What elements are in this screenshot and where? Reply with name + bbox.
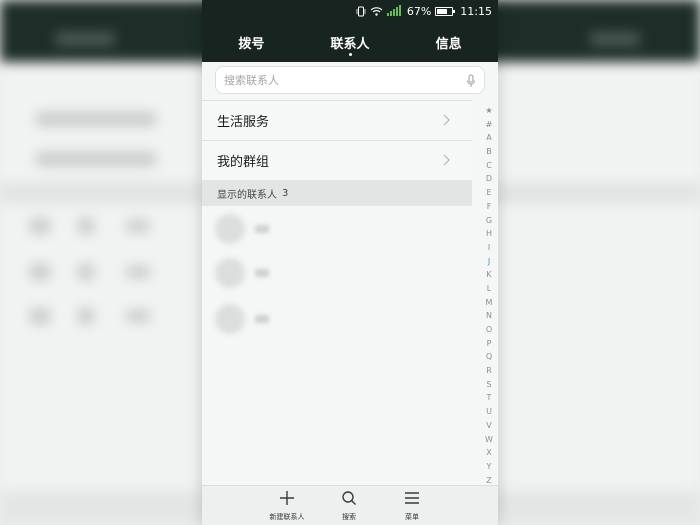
search-button[interactable]: 搜索 [334,486,364,525]
active-tab-indicator [349,53,352,56]
index-letter[interactable]: J [481,255,497,269]
search-box [215,66,485,94]
index-letter[interactable]: O [481,323,497,337]
signal-icon [386,5,403,17]
index-letter[interactable]: N [481,309,497,323]
avatar [215,304,245,334]
index-letter[interactable]: I [481,241,497,255]
index-letter[interactable]: V [481,419,497,433]
index-letter[interactable]: C [481,159,497,173]
bottom-toolbar: 新建联系人 搜索 菜单 [202,485,498,525]
search-input[interactable] [224,73,454,87]
battery-percent: 67% [406,4,432,18]
contact-row[interactable] [202,296,472,342]
contacts-screen: 67% 11:15 拨号 联系人 信息 生活服务 我的群组 显示的联系人 3 [202,0,498,525]
clock: 11:15 [460,4,492,18]
chevron-right-icon [443,114,450,130]
index-letter[interactable]: P [481,337,497,351]
index-letter[interactable]: B [481,145,497,159]
menu-icon [404,490,420,510]
vibrate-icon [356,6,366,17]
tab-messages[interactable]: 信息 [399,22,498,62]
index-letter[interactable]: Q [481,350,497,364]
index-letter[interactable]: D [481,172,497,186]
life-services-item[interactable]: 生活服务 [202,100,472,140]
plus-icon [279,490,295,510]
chevron-right-icon [443,154,450,170]
index-letter[interactable]: R [481,364,497,378]
avatar [215,214,245,244]
tab-bar: 拨号 联系人 信息 [202,22,498,62]
index-letter[interactable]: T [481,391,497,405]
index-letter[interactable]: Y [481,460,497,474]
my-groups-item[interactable]: 我的群组 [202,140,472,180]
index-letter[interactable]: S [481,378,497,392]
index-letter[interactable]: M [481,296,497,310]
index-letter[interactable]: U [481,405,497,419]
tab-dialer[interactable]: 拨号 [202,22,301,62]
wifi-icon [370,6,383,16]
index-letter[interactable]: # [481,118,497,132]
index-letter[interactable]: K [481,268,497,282]
contact-name-blurred [255,225,269,233]
contacts-count: 3 [282,187,289,199]
menu-button[interactable]: 菜单 [397,486,427,525]
alphabet-index[interactable]: ★ # A B C D E F G H I J K L M N O P Q R S T U V W X Y Z [481,104,497,487]
tab-contacts[interactable]: 联系人 [301,22,400,62]
microphone-icon[interactable] [466,73,476,92]
index-letter[interactable]: ★ [481,104,497,118]
contact-name-blurred [255,315,269,323]
search-icon [341,490,357,510]
avatar [215,258,245,288]
status-bar: 67% 11:15 [202,0,498,22]
search-area [202,62,498,100]
index-letter[interactable]: W [481,433,497,447]
index-letter[interactable]: F [481,200,497,214]
new-contact-button[interactable]: 新建联系人 [262,486,312,525]
index-letter[interactable]: L [481,282,497,296]
index-letter[interactable]: G [481,214,497,228]
index-letter[interactable]: A [481,131,497,145]
contact-row[interactable] [202,206,472,252]
contact-row[interactable] [202,250,472,296]
battery-icon [435,6,456,16]
index-letter[interactable]: X [481,446,497,460]
index-letter[interactable]: H [481,227,497,241]
index-letter[interactable]: E [481,186,497,200]
contacts-section-header: 显示的联系人 3 [202,180,472,206]
contact-name-blurred [255,269,269,277]
